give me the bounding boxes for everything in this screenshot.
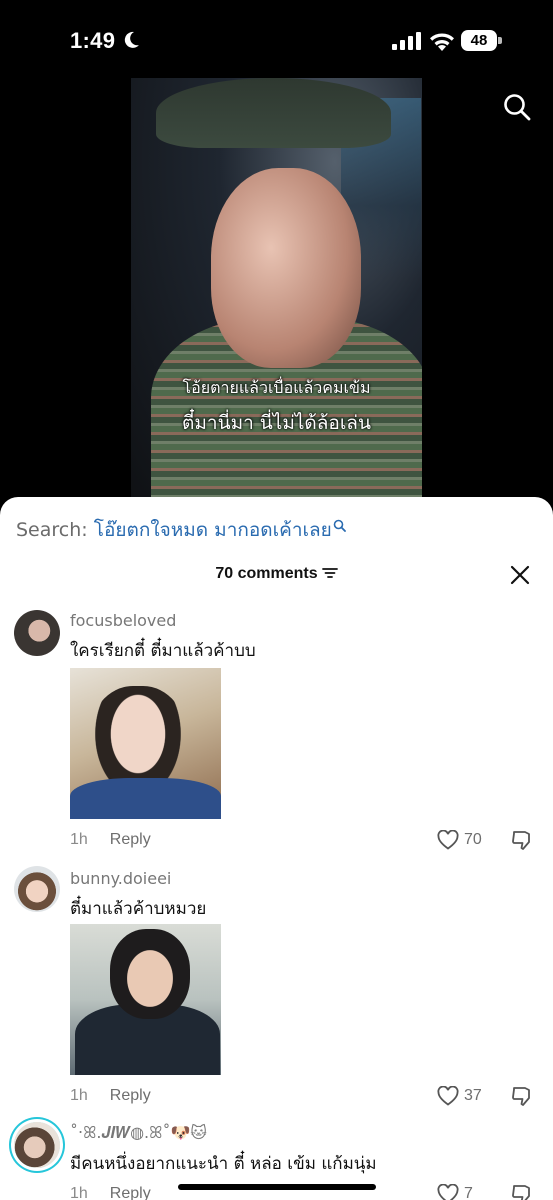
search-label: Search:: [16, 519, 88, 541]
comment-time: 1h: [70, 1185, 88, 1200]
comment-image-shirt: [70, 778, 221, 819]
close-icon[interactable]: [509, 564, 531, 586]
comment-username[interactable]: ˚‧ꕤ.𝑱𝑰𝑾◍.ꕤ˚🐶🐱: [70, 1123, 207, 1143]
comment-count-header[interactable]: 70 comments: [0, 565, 553, 583]
reply-button[interactable]: Reply: [110, 1185, 151, 1200]
avatar-with-story-ring[interactable]: [14, 1122, 60, 1168]
video-subtitle-line1: โอ้ยตายแล้วเบื่อแล้วคมเข้ม: [182, 378, 371, 397]
comment-text: ใครเรียกตี๋ ตี๋มาแล้วค้าบบ: [70, 641, 256, 661]
suggested-search[interactable]: Search: โอ๊ยตกใจหมด มากอดเค้าเลย: [16, 515, 346, 545]
reply-button[interactable]: Reply: [110, 1087, 151, 1104]
search-query-link[interactable]: โอ๊ยตกใจหมด มากอดเค้าเลย: [94, 519, 332, 541]
thumbs-down-icon[interactable]: [511, 829, 533, 851]
avatar[interactable]: [14, 610, 60, 656]
search-icon[interactable]: [502, 92, 532, 122]
heart-icon[interactable]: [437, 1184, 459, 1200]
video-player[interactable]: โอ้ยตายแล้วเบื่อแล้วคมเข้ม ตี๋มานี่มา นี…: [131, 78, 422, 498]
comment-time: 1h: [70, 831, 88, 848]
video-person-face: [211, 168, 361, 368]
sort-filter-icon[interactable]: [321, 567, 338, 579]
battery-tip: [498, 37, 502, 44]
video-subtitle-line2: ตี๋มานี่มา นี่ไม่ได้ล้อเล่น: [182, 412, 371, 434]
battery-level: 48: [461, 30, 497, 51]
avatar[interactable]: [14, 866, 60, 912]
comment-meta: 1h Reply: [70, 1087, 151, 1105]
comment-image-person: [110, 929, 190, 1019]
comment-text: ตี๋มาแล้วค้าบหมวย: [70, 899, 207, 919]
comment-meta: 1h Reply: [70, 1185, 151, 1200]
moon-icon: [124, 31, 139, 48]
wifi-icon: [430, 33, 454, 51]
like-count: 7: [464, 1185, 473, 1200]
home-indicator[interactable]: [178, 1184, 376, 1190]
video-person-cap: [156, 78, 391, 148]
thumbs-down-icon[interactable]: [511, 1183, 533, 1200]
heart-icon[interactable]: [437, 830, 459, 850]
comment-username[interactable]: focusbeloved: [70, 611, 176, 630]
status-bar: 1:49 48: [0, 0, 553, 80]
comment-meta: 1h Reply: [70, 831, 151, 849]
search-query-icon: [333, 519, 346, 532]
cellular-signal-icon: [392, 32, 421, 50]
battery-indicator: 48: [461, 30, 503, 52]
comment-image[interactable]: [70, 924, 221, 1075]
like-count: 37: [464, 1087, 482, 1104]
comment-username[interactable]: bunny.doieei: [70, 869, 171, 888]
thumbs-down-icon[interactable]: [511, 1085, 533, 1107]
reply-button[interactable]: Reply: [110, 831, 151, 848]
comment-text: มีคนหนึ่งอยากแนะนำ ตี๋ หล่อ เข้ม แก้มนุ่…: [70, 1154, 377, 1174]
comment-count: 70 comments: [215, 565, 318, 582]
like-count: 70: [464, 831, 482, 848]
comment-time: 1h: [70, 1087, 88, 1104]
comments-sheet: Search: โอ๊ยตกใจหมด มากอดเค้าเลย 70 comm…: [0, 497, 553, 1200]
heart-icon[interactable]: [437, 1086, 459, 1106]
status-time: 1:49: [70, 28, 116, 53]
comment-image[interactable]: [70, 668, 221, 819]
